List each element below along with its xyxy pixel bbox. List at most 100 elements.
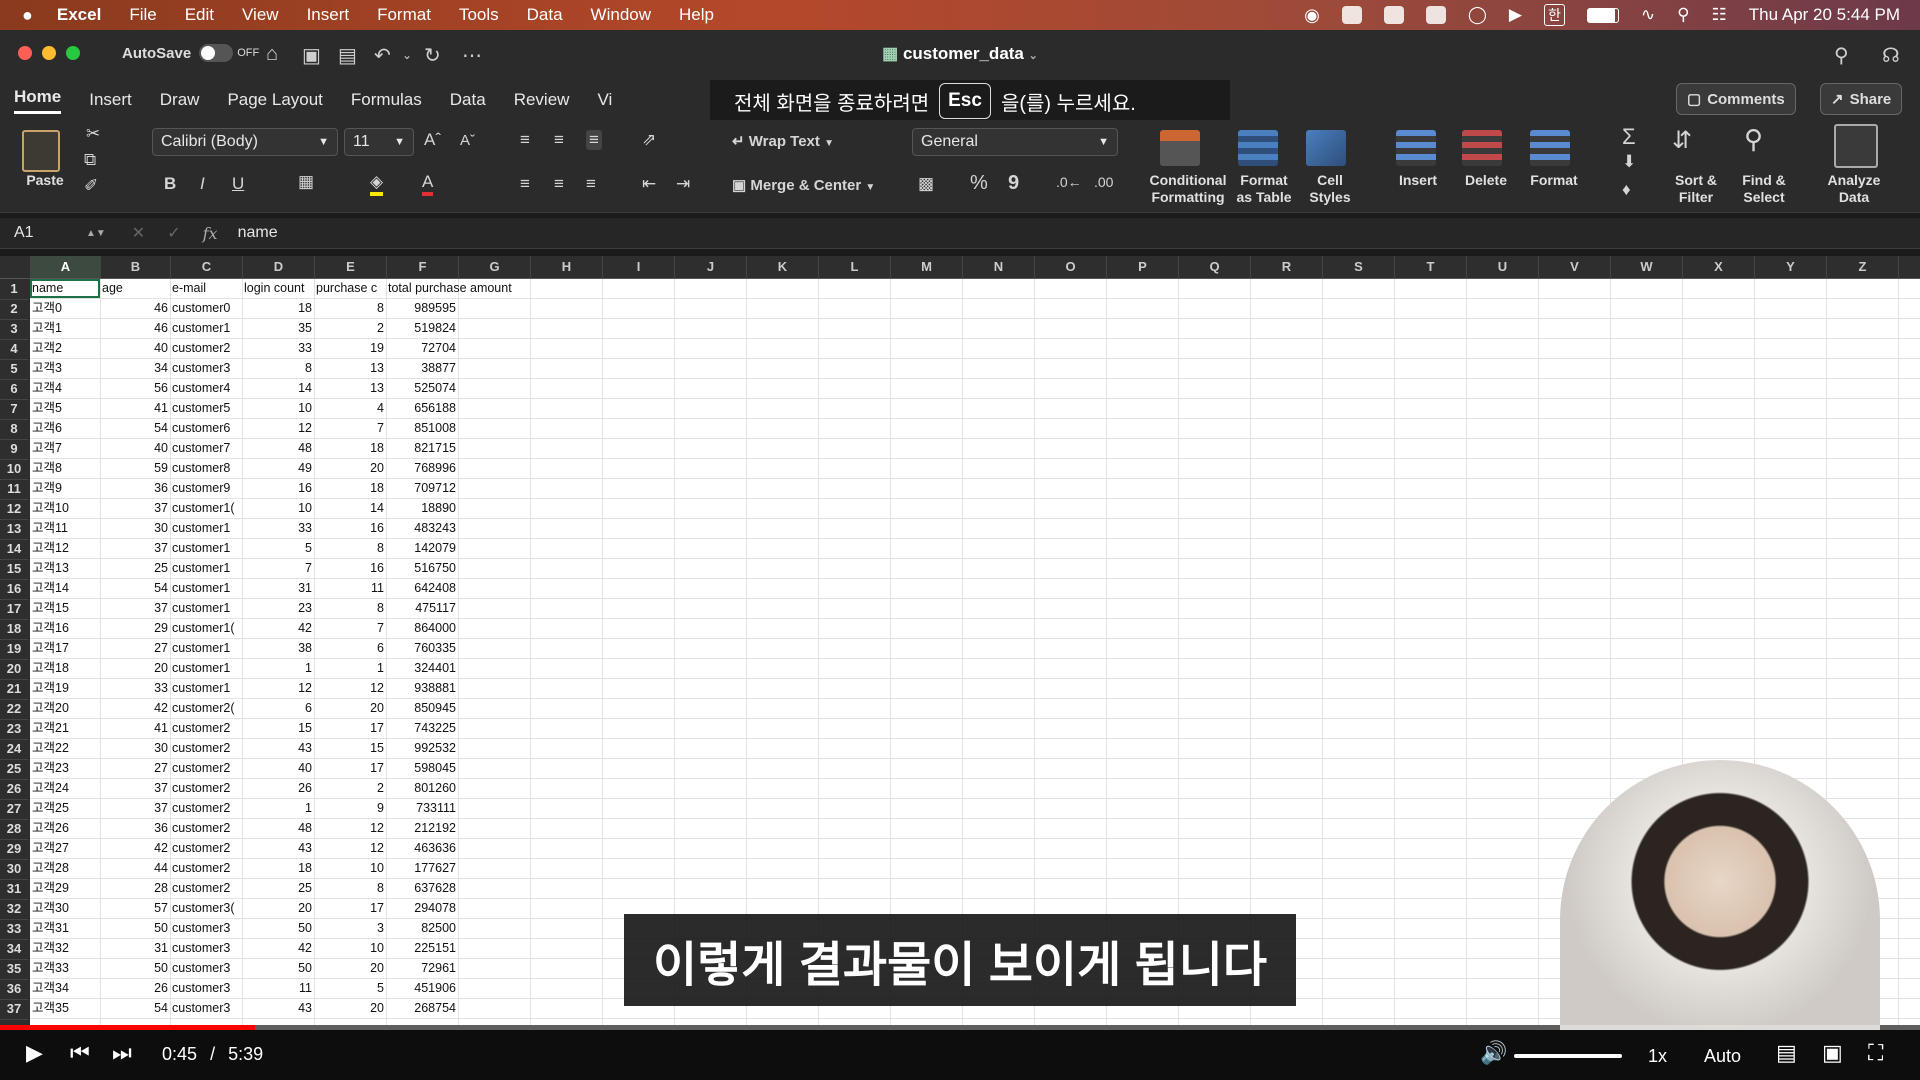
- cell[interactable]: 59: [100, 459, 170, 478]
- column-header-h[interactable]: H: [530, 256, 602, 278]
- row-header[interactable]: 5: [0, 359, 28, 380]
- cell[interactable]: customer3: [170, 979, 242, 998]
- row-header[interactable]: 15: [0, 559, 28, 580]
- font-size-select[interactable]: 11 ▼: [344, 128, 414, 156]
- column-header-v[interactable]: V: [1538, 256, 1610, 278]
- cell[interactable]: 801260: [386, 779, 458, 798]
- insert-cells-icon[interactable]: [1396, 130, 1436, 166]
- row-header[interactable]: 23: [0, 719, 28, 740]
- format-cells-button[interactable]: Format: [1524, 172, 1584, 189]
- cell[interactable]: 760335: [386, 639, 458, 658]
- cell[interactable]: 고객1: [30, 319, 100, 338]
- delete-cells-button[interactable]: Delete: [1456, 172, 1516, 189]
- cell[interactable]: 고객3: [30, 359, 100, 378]
- insert-cells-button[interactable]: Insert: [1388, 172, 1448, 189]
- cell[interactable]: 54: [100, 579, 170, 598]
- row-header[interactable]: 1: [0, 279, 28, 300]
- cell[interactable]: 821715: [386, 439, 458, 458]
- playback-speed[interactable]: 1x: [1648, 1046, 1667, 1067]
- cell[interactable]: 11: [242, 979, 314, 998]
- cell[interactable]: customer2: [170, 819, 242, 838]
- tab-formulas[interactable]: Formulas: [351, 90, 422, 110]
- header-cell[interactable]: purchase c: [314, 279, 386, 298]
- cell[interactable]: 고객6: [30, 419, 100, 438]
- column-header-aa[interactable]: AA: [1898, 256, 1920, 278]
- column-header-s[interactable]: S: [1322, 256, 1394, 278]
- row-header[interactable]: 16: [0, 579, 28, 600]
- paste-icon[interactable]: [22, 130, 60, 172]
- cell[interactable]: 30: [100, 519, 170, 538]
- underline-button[interactable]: U: [232, 174, 244, 194]
- cell[interactable]: 고객31: [30, 919, 100, 938]
- quality-setting[interactable]: Auto: [1704, 1046, 1741, 1067]
- sort-filter-button[interactable]: Sort & Filter: [1664, 172, 1728, 206]
- column-header-o[interactable]: O: [1034, 256, 1106, 278]
- cell-styles-button[interactable]: Cell Styles: [1300, 172, 1360, 206]
- cell[interactable]: customer1: [170, 559, 242, 578]
- row-header[interactable]: 32: [0, 899, 28, 920]
- cell[interactable]: 50: [100, 959, 170, 978]
- row-header[interactable]: 14: [0, 539, 28, 560]
- column-header-m[interactable]: M: [890, 256, 962, 278]
- cell[interactable]: 고객0: [30, 299, 100, 318]
- cell[interactable]: customer1: [170, 639, 242, 658]
- cell[interactable]: 12: [314, 679, 386, 698]
- align-middle-icon[interactable]: ≡: [554, 130, 564, 150]
- cell[interactable]: 294078: [386, 899, 458, 918]
- paste-button[interactable]: Paste: [20, 172, 70, 189]
- cell[interactable]: customer9: [170, 479, 242, 498]
- row-header[interactable]: 18: [0, 619, 28, 640]
- cell[interactable]: 7: [314, 419, 386, 438]
- cell[interactable]: 42: [100, 699, 170, 718]
- search-icon[interactable]: ⚲: [1834, 43, 1849, 68]
- row-header[interactable]: 17: [0, 599, 28, 620]
- row-header[interactable]: 19: [0, 639, 28, 660]
- autosum-icon[interactable]: Σ: [1622, 124, 1636, 150]
- cell[interactable]: 고객24: [30, 779, 100, 798]
- battery-icon[interactable]: [1586, 7, 1619, 23]
- format-painter-icon[interactable]: ✐: [84, 176, 98, 196]
- column-header-l[interactable]: L: [818, 256, 890, 278]
- cell[interactable]: 33: [242, 519, 314, 538]
- cell[interactable]: 8: [314, 879, 386, 898]
- cell[interactable]: 41: [100, 719, 170, 738]
- row-header[interactable]: 36: [0, 979, 28, 1000]
- cell[interactable]: customer1: [170, 599, 242, 618]
- column-header-a[interactable]: A: [30, 256, 100, 278]
- cell[interactable]: 525074: [386, 379, 458, 398]
- cell[interactable]: 1: [242, 799, 314, 818]
- cell[interactable]: 48: [242, 819, 314, 838]
- status-icon-1[interactable]: [1341, 6, 1362, 24]
- analyze-data-button[interactable]: Analyze Data: [1820, 172, 1888, 206]
- cell[interactable]: 768996: [386, 459, 458, 478]
- cell[interactable]: 17: [314, 759, 386, 778]
- cell[interactable]: 850945: [386, 699, 458, 718]
- row-header[interactable]: 22: [0, 699, 28, 720]
- cell[interactable]: 13: [314, 379, 386, 398]
- cell[interactable]: 20: [314, 959, 386, 978]
- cell[interactable]: 2: [314, 779, 386, 798]
- cell[interactable]: 8: [242, 359, 314, 378]
- cell[interactable]: customer3: [170, 999, 242, 1018]
- cell[interactable]: 42: [242, 939, 314, 958]
- cell[interactable]: customer6: [170, 419, 242, 438]
- header-cell[interactable]: e-mail: [170, 279, 242, 298]
- cell[interactable]: 10: [314, 939, 386, 958]
- menu-window[interactable]: Window: [591, 5, 651, 25]
- cell[interactable]: customer3: [170, 959, 242, 978]
- cell[interactable]: 고객26: [30, 819, 100, 838]
- cell[interactable]: 18: [314, 479, 386, 498]
- row-header[interactable]: 20: [0, 659, 28, 680]
- row-header[interactable]: 3: [0, 319, 28, 340]
- cell[interactable]: 142079: [386, 539, 458, 558]
- row-header[interactable]: 6: [0, 379, 28, 400]
- cell[interactable]: 43: [242, 999, 314, 1018]
- cell[interactable]: 고객21: [30, 719, 100, 738]
- cell[interactable]: 15: [242, 719, 314, 738]
- column-header-x[interactable]: X: [1682, 256, 1754, 278]
- cell[interactable]: 11: [314, 579, 386, 598]
- cell[interactable]: 7: [314, 619, 386, 638]
- column-header-u[interactable]: U: [1466, 256, 1538, 278]
- cell[interactable]: 고객14: [30, 579, 100, 598]
- cell[interactable]: 고객16: [30, 619, 100, 638]
